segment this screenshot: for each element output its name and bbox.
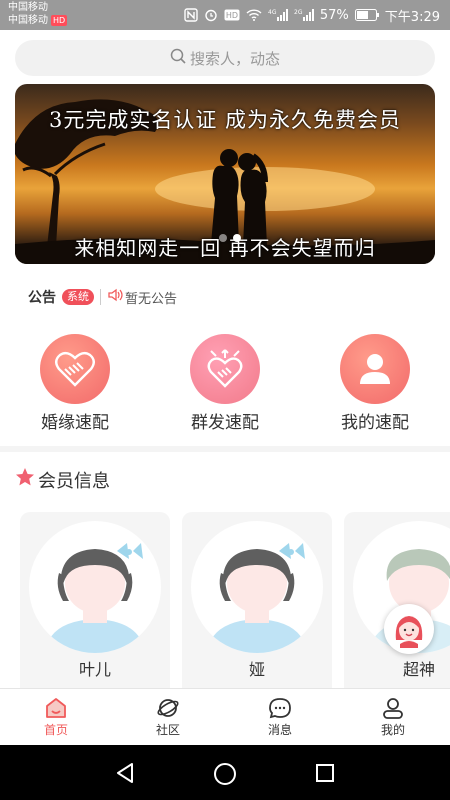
quick-match-label: 婚缘速配 xyxy=(41,413,109,433)
member-section-title: 会员信息 xyxy=(14,466,110,493)
avatar xyxy=(29,521,161,653)
battery-icon xyxy=(354,9,379,21)
announcement-text: 暂无公告 xyxy=(125,291,178,307)
tab-label: 消息 xyxy=(267,723,292,737)
quick-match-marriage[interactable]: 婚缘速配 xyxy=(15,334,135,433)
home-icon xyxy=(16,695,96,721)
clock: 下午3:29 xyxy=(384,9,440,25)
svg-text:HD: HD xyxy=(226,11,238,20)
svg-text:2G: 2G xyxy=(294,9,303,16)
quick-match-menu: 婚缘速配 群发速配 我的速配 xyxy=(0,334,450,434)
planet-icon xyxy=(128,695,208,721)
quick-match-group[interactable]: 群发速配 xyxy=(165,334,285,433)
quick-match-label: 我的速配 xyxy=(341,413,409,433)
group-send-heart-icon xyxy=(190,334,260,404)
divider xyxy=(100,289,101,305)
carousel-dot[interactable] xyxy=(219,234,227,242)
announcement-bar[interactable]: 公告 系统 暂无公告 xyxy=(28,286,177,308)
tab-label: 社区 xyxy=(155,723,180,737)
chat-icon xyxy=(240,695,320,721)
svg-text:4G: 4G xyxy=(268,9,277,16)
carrier-2: 中国移动 xyxy=(8,15,48,26)
battery-percent: 57% xyxy=(319,7,349,23)
recents-square-icon xyxy=(316,764,334,782)
system-badge: 系统 xyxy=(62,289,94,305)
home-circle-icon xyxy=(214,763,236,785)
tab-home[interactable]: 首页 xyxy=(16,695,96,738)
home-button[interactable] xyxy=(213,762,237,790)
back-button[interactable] xyxy=(114,762,136,788)
search-icon xyxy=(170,48,186,68)
wifi-icon xyxy=(246,9,262,21)
tab-messages[interactable]: 消息 xyxy=(240,695,320,738)
search-input[interactable]: 搜索人，动态 xyxy=(15,40,435,76)
nfc-icon xyxy=(184,8,198,22)
hd-call-icon: HD xyxy=(224,9,240,21)
carousel-indicator xyxy=(219,234,241,242)
star-icon xyxy=(14,466,36,493)
customer-service-button[interactable] xyxy=(384,604,434,654)
banner-headline: 3元完成实名认证 成为永久免费会员 xyxy=(48,108,402,132)
hd-badge: HD xyxy=(51,15,68,26)
member-name: 超神 xyxy=(402,660,435,679)
tab-label: 我的 xyxy=(380,723,405,737)
tab-label: 首页 xyxy=(43,723,68,737)
status-bar: 中国移动 中国移动 HD HD 4G 2G 57% 下午3:29 xyxy=(0,0,450,30)
quick-match-mine[interactable]: 我的速配 xyxy=(315,334,435,433)
signal-4g-icon: 4G xyxy=(268,8,288,22)
announcement-title: 公告 xyxy=(28,290,56,306)
member-card[interactable]: 娅 xyxy=(182,512,332,688)
back-triangle-icon xyxy=(117,763,133,783)
section-divider xyxy=(0,446,450,452)
signal-2g-icon: 2G xyxy=(294,8,314,22)
status-icons: HD 4G 2G 57% 下午3:29 xyxy=(184,0,440,30)
handshake-heart-icon xyxy=(40,334,110,404)
system-nav-bar xyxy=(0,745,450,800)
member-card[interactable]: 超神 xyxy=(344,512,450,688)
search-placeholder: 搜索人，动态 xyxy=(189,49,280,68)
promo-banner[interactable]: 3元完成实名认证 成为永久免费会员 来相知网走一回 再不会失望而归 xyxy=(15,84,435,264)
bottom-tab-bar: 首页 社区 消息 我的 xyxy=(0,688,450,745)
member-name: 叶儿 xyxy=(78,660,111,679)
alarm-icon xyxy=(204,8,218,22)
carrier-info: 中国移动 中国移动 HD xyxy=(8,1,68,27)
member-card[interactable]: 叶儿 xyxy=(20,512,170,688)
member-name: 娅 xyxy=(248,660,265,679)
recents-button[interactable] xyxy=(314,762,336,788)
avatar xyxy=(191,521,323,653)
user-icon xyxy=(340,334,410,404)
tab-profile[interactable]: 我的 xyxy=(353,695,433,738)
member-list: 叶儿 娅 超神 xyxy=(0,512,450,688)
girl-avatar-icon xyxy=(207,543,307,653)
speaker-icon xyxy=(107,288,123,306)
tab-community[interactable]: 社区 xyxy=(128,695,208,738)
quick-match-label: 群发速配 xyxy=(191,413,259,433)
carousel-dot-active[interactable] xyxy=(233,234,241,242)
announcement-content: 暂无公告 xyxy=(107,288,177,307)
member-section-label: 会员信息 xyxy=(38,470,110,492)
carrier-1: 中国移动 xyxy=(8,2,48,13)
girl-avatar-icon xyxy=(45,543,145,653)
service-girl-icon xyxy=(395,616,423,648)
profile-icon xyxy=(353,695,433,721)
